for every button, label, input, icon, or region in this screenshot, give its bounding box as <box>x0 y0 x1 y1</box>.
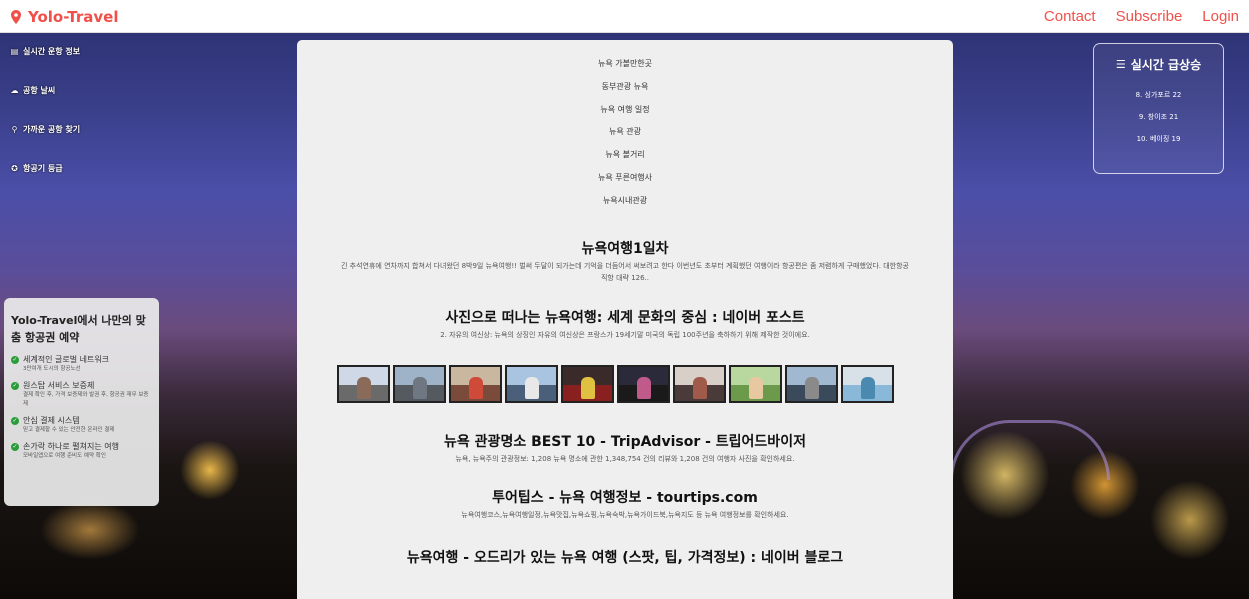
result-title-link[interactable]: 뉴욕 관광명소 BEST 10 - TripAdvisor - 트립어드바이저 <box>337 433 913 451</box>
sidebar-item-nearby-airport[interactable]: ⚲ 가까운 공항 찾기 <box>10 122 160 136</box>
search-result: 사진으로 떠나는 뉴욕여행: 세계 문화의 중심 : 네이버 포스트 2. 자유… <box>297 309 953 341</box>
category-link[interactable]: 뉴욕 관광 <box>297 126 953 149</box>
video-thumbnail[interactable] <box>449 364 502 403</box>
video-thumbnail[interactable] <box>337 364 390 403</box>
thumbnail-strip <box>337 364 953 403</box>
trending-title-text: 실시간 급상승 <box>1130 58 1202 72</box>
trending-item[interactable]: 10. 베이징 19 <box>1094 128 1223 150</box>
category-link[interactable]: 뉴욕 푸른여행사 <box>297 172 953 195</box>
video-thumbnail[interactable] <box>393 364 446 403</box>
city-light-glow <box>1150 480 1230 560</box>
category-link[interactable]: 뉴욕 여행 일정 <box>297 104 953 127</box>
promo-feature: ✓ 손가락 하나로 펼쳐지는 여행 모바일앱으로 여행 준비도 예약 확인 <box>11 441 152 461</box>
category-list: 뉴욕 가볼만한곳 동부관광 뉴욕 뉴욕 여행 일정 뉴욕 관광 뉴욕 볼거리 뉴… <box>297 58 953 218</box>
promo-feature-desc: 3만여개 도시의 항공노선 <box>23 366 81 372</box>
check-icon: ✓ <box>11 442 19 451</box>
city-light-glow <box>180 440 240 500</box>
category-link[interactable]: 동부관광 뉴욕 <box>297 81 953 104</box>
promo-feature-label: 안심 결제 시스템 <box>23 416 80 425</box>
video-thumbnail[interactable] <box>673 364 726 403</box>
star-icon: ✪ <box>11 163 18 173</box>
promo-feature: ✓ 세계적인 글로벌 네트워크 3만여개 도시의 항공노선 <box>11 354 152 374</box>
left-sidebar: ▤ 실시간 운항 정보 ☁ 공항 날씨 ⚲ 가까운 공항 찾기 ✪ 항공기 등급 <box>10 44 160 200</box>
brand-name: Yolo-Travel <box>28 8 119 26</box>
result-description: 뉴욕여행코스,뉴욕여행일정,뉴욕맛집,뉴욕쇼핑,뉴욕숙박,뉴욕가이드북,뉴욕지도… <box>461 510 789 519</box>
video-thumbnail[interactable] <box>841 364 894 403</box>
category-link[interactable]: 뉴욕 가볼만한곳 <box>297 58 953 81</box>
search-icon: ⚲ <box>11 124 18 134</box>
sidebar-item-aircraft-grade[interactable]: ✪ 항공기 등급 <box>10 161 160 175</box>
category-link[interactable]: 뉴욕시내관광 <box>297 195 953 218</box>
trending-item[interactable]: 8. 싱가포르 22 <box>1094 84 1223 106</box>
promo-feature-label: 세계적인 글로벌 네트워크 <box>23 355 110 364</box>
login-link[interactable]: Login <box>1202 8 1239 25</box>
search-result: 뉴욕여행 - 오드리가 있는 뉴욕 여행 (스팟, 팁, 가격정보) : 네이버… <box>297 549 953 567</box>
trending-panel: ☰ 실시간 급상승 8. 싱가포르 22 9. 창이조 21 10. 베이징 1… <box>1093 43 1224 174</box>
subscribe-link[interactable]: Subscribe <box>1116 8 1183 25</box>
result-description: 뉴욕, 뉴욕주의 관광정보: 1,208 뉴욕 명소에 관한 1,348,754… <box>455 454 795 463</box>
tower-structure <box>950 420 1110 480</box>
sidebar-item-flight-info[interactable]: ▤ 실시간 운항 정보 <box>10 44 160 58</box>
city-light-glow <box>40 500 140 560</box>
promo-feature: ✓ 원스탑 서비스 보증제 결제 확인 후, 가격 보증제와 발권 후, 항공권 … <box>11 380 152 409</box>
search-result: 뉴욕여행1일차 긴 추석연휴에 연차까지 합쳐서 다녀왔던 8박9일 뉴욕여행!… <box>297 240 953 284</box>
result-title-link[interactable]: 뉴욕여행 - 오드리가 있는 뉴욕 여행 (스팟, 팁, 가격정보) : 네이버… <box>337 549 913 567</box>
result-title-link[interactable]: 사진으로 떠나는 뉴욕여행: 세계 문화의 중심 : 네이버 포스트 <box>337 309 913 327</box>
result-description: 긴 추석연휴에 연차까지 합쳐서 다녀왔던 8박9일 뉴욕여행!! 벌써 두달이… <box>340 261 909 282</box>
promo-card: Yolo-Travel에서 나만의 맞춤 항공권 예약 ✓ 세계적인 글로벌 네트… <box>4 298 159 506</box>
video-thumbnail[interactable] <box>729 364 782 403</box>
sidebar-item-label: 공항 날씨 <box>23 85 56 95</box>
search-result: 뉴욕 관광명소 BEST 10 - TripAdvisor - 트립어드바이저 … <box>297 433 953 465</box>
result-description: 2. 자유의 여신상: 뉴욕의 상징인 자유의 여신상은 프랑스가 19세기말 … <box>440 330 810 339</box>
cloud-icon: ☁ <box>10 85 19 95</box>
check-icon: ✓ <box>11 416 19 425</box>
video-thumbnail[interactable] <box>505 364 558 403</box>
promo-feature-desc: 모바일앱으로 여행 준비도 예약 확인 <box>23 453 106 459</box>
promo-feature-label: 손가락 하나로 펼쳐지는 여행 <box>23 442 119 451</box>
promo-feature-desc: 믿고 결제할 수 있는 안전한 온라인 결제 <box>23 427 115 433</box>
promo-feature-label: 원스탑 서비스 보증제 <box>23 381 95 390</box>
trending-item[interactable]: 9. 창이조 21 <box>1094 106 1223 128</box>
city-light-glow <box>960 430 1050 520</box>
video-thumbnail[interactable] <box>785 364 838 403</box>
top-nav-links: Contact Subscribe Login <box>1044 8 1239 25</box>
list-icon: ☰ <box>1115 58 1126 71</box>
sidebar-item-label: 실시간 운항 정보 <box>23 46 81 56</box>
sidebar-item-label: 항공기 등급 <box>23 163 63 173</box>
video-thumbnail[interactable] <box>561 364 614 403</box>
top-navbar: Yolo-Travel Contact Subscribe Login <box>0 0 1249 33</box>
promo-feature: ✓ 안심 결제 시스템 믿고 결제할 수 있는 안전한 온라인 결제 <box>11 415 152 435</box>
contact-link[interactable]: Contact <box>1044 8 1096 25</box>
table-icon: ▤ <box>10 46 19 56</box>
result-title-link[interactable]: 뉴욕여행1일차 <box>337 240 913 258</box>
map-pin-icon <box>11 10 21 24</box>
check-icon: ✓ <box>11 381 19 390</box>
trending-list: 8. 싱가포르 22 9. 창이조 21 10. 베이징 19 <box>1094 84 1223 150</box>
brand-logo[interactable]: Yolo-Travel <box>10 7 118 27</box>
trending-title: ☰ 실시간 급상승 <box>1094 56 1223 73</box>
promo-feature-desc: 결제 확인 후, 가격 보증제와 발권 후, 항공권 재무 보증제 <box>23 392 149 407</box>
promo-title: Yolo-Travel에서 나만의 맞춤 항공권 예약 <box>11 314 146 344</box>
category-link[interactable]: 뉴욕 볼거리 <box>297 149 953 172</box>
sidebar-item-label: 가까운 공항 찾기 <box>23 124 81 134</box>
result-title-link[interactable]: 투어팁스 - 뉴욕 여행정보 - tourtips.com <box>337 489 913 507</box>
main-content-panel: 뉴욕 가볼만한곳 동부관광 뉴욕 뉴욕 여행 일정 뉴욕 관광 뉴욕 볼거리 뉴… <box>297 40 953 599</box>
check-icon: ✓ <box>11 355 19 364</box>
sidebar-item-airport-weather[interactable]: ☁ 공항 날씨 <box>10 83 160 97</box>
video-thumbnail[interactable] <box>617 364 670 403</box>
search-result: 투어팁스 - 뉴욕 여행정보 - tourtips.com 뉴욕여행코스,뉴욕여… <box>297 489 953 521</box>
city-light-glow <box>1070 450 1140 520</box>
